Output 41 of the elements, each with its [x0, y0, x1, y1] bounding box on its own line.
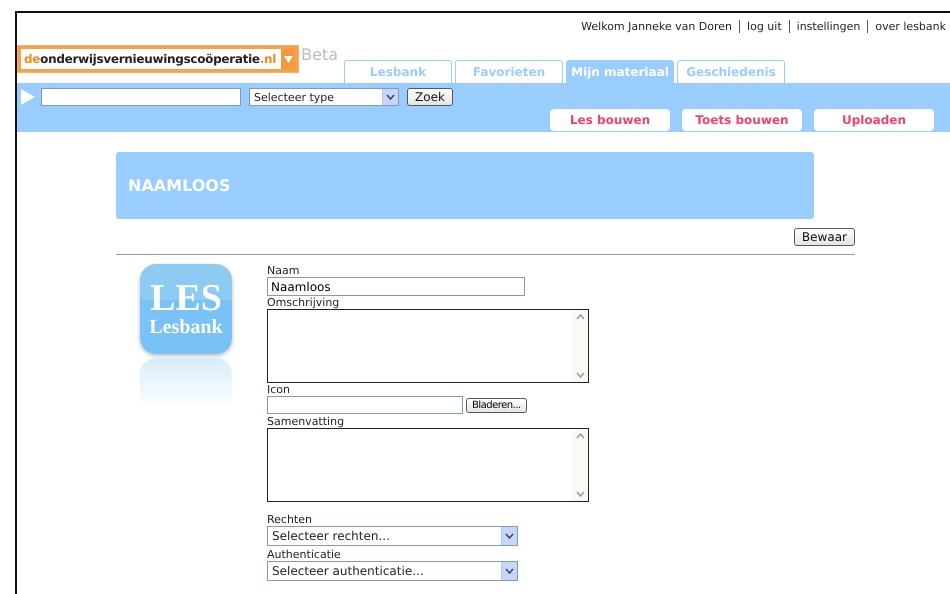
page-title: NAAMLOOS: [128, 176, 230, 195]
scroll-down-icon[interactable]: [576, 491, 584, 497]
chevron-down-icon[interactable]: [505, 568, 514, 574]
field-label: Icon: [267, 383, 291, 396]
search-button[interactable]: Zoek: [407, 88, 453, 106]
chevron-down-icon[interactable]: [386, 94, 395, 100]
field-label: Authenticatie: [267, 548, 342, 561]
dropdown-select[interactable]: Selecteer rechten...: [267, 526, 518, 546]
field-label: Rechten: [267, 513, 313, 526]
header-link[interactable]: instellingen: [796, 20, 860, 32]
action-button[interactable]: Les bouwen: [550, 109, 670, 131]
header-link[interactable]: log uit: [747, 20, 782, 32]
file-field[interactable]: [267, 396, 463, 414]
chevron-down-icon[interactable]: [505, 533, 514, 539]
text-area[interactable]: [267, 428, 589, 502]
scroll-up-icon[interactable]: [576, 433, 584, 439]
logo-text: deonderwijsvernieuwingscoöperatie.nl: [21, 49, 280, 69]
welcome-text: Welkom Janneke van Doren: [581, 20, 732, 32]
text-area[interactable]: [267, 309, 589, 383]
site-logo[interactable]: deonderwijsvernieuwingscoöperatie.nl: [17, 45, 300, 73]
field-label: Naam: [267, 264, 300, 277]
scrollbar[interactable]: [572, 429, 588, 501]
play-icon: [21, 89, 35, 105]
dropdown-select[interactable]: Selecteer authenticatie...: [267, 561, 518, 581]
search-field[interactable]: [41, 88, 241, 106]
action-button[interactable]: Uploaden: [814, 109, 934, 131]
input-field[interactable]: Naamloos: [267, 277, 525, 296]
icon-subtitle: Lesbank: [149, 316, 223, 338]
field-label: Samenvatting: [267, 415, 346, 428]
action-button[interactable]: Toets bouwen: [682, 109, 802, 131]
dropdown-icon[interactable]: [279, 49, 296, 69]
field-label: Omschrijving: [267, 296, 340, 309]
icon-title: LES: [150, 280, 222, 316]
scroll-down-icon[interactable]: [576, 372, 584, 378]
save-button[interactable]: Bewaar: [794, 228, 855, 246]
beta-label: Beta: [301, 45, 338, 64]
type-select[interactable]: Selecteer type: [249, 88, 399, 106]
header-link[interactable]: over lesbank: [875, 20, 946, 32]
scroll-up-icon[interactable]: [576, 314, 584, 320]
scrollbar[interactable]: [572, 310, 588, 382]
browse-button[interactable]: Bladeren...: [466, 398, 527, 412]
